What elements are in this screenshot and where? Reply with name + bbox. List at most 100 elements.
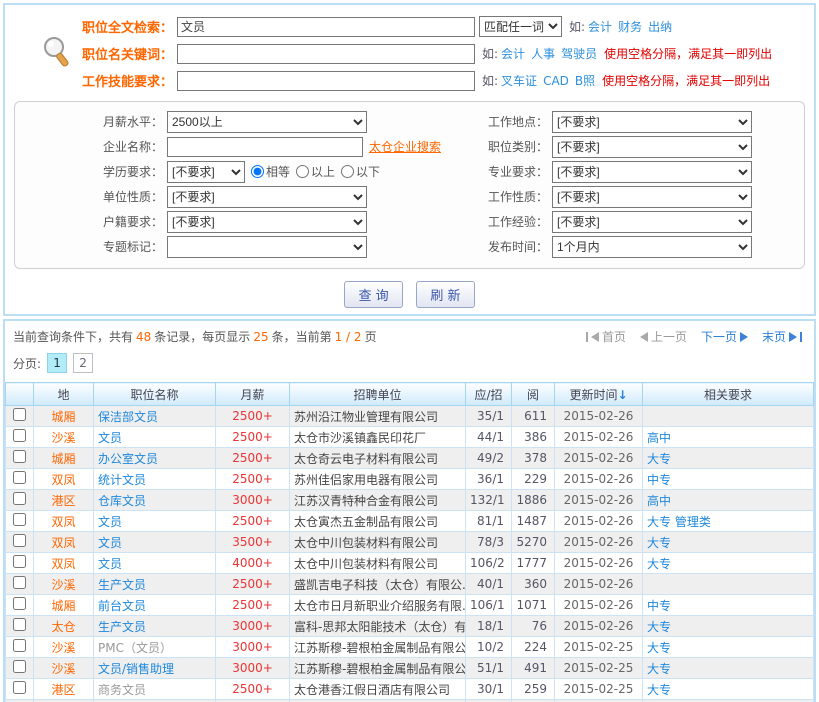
example-keyword-link[interactable]: 叉车证 bbox=[501, 74, 537, 88]
location-link[interactable]: 城厢 bbox=[51, 452, 75, 466]
job-title-link[interactable]: 商务文员 bbox=[98, 683, 146, 697]
example-keyword-link[interactable]: 会计 bbox=[588, 20, 612, 34]
example-keyword-link[interactable]: B照 bbox=[575, 74, 595, 88]
row-checkbox[interactable] bbox=[13, 639, 26, 652]
row-checkbox[interactable] bbox=[13, 534, 26, 547]
location-link[interactable]: 港区 bbox=[51, 683, 75, 697]
salary-filter-select[interactable]: 2500以上 bbox=[167, 111, 367, 133]
location-link[interactable]: 沙溪 bbox=[51, 431, 75, 445]
topic-filter-select[interactable] bbox=[167, 236, 367, 258]
row-checkbox[interactable] bbox=[13, 408, 26, 421]
table-row: 沙溪PMC（文员）3000+江苏斯穆-碧根柏金属制品有限公...10/22242… bbox=[6, 637, 814, 658]
location-filter-select[interactable]: [不要求] bbox=[552, 111, 752, 133]
job-title-link[interactable]: 文员/销售助理 bbox=[98, 662, 174, 676]
first-page-link[interactable]: 首页 bbox=[586, 328, 626, 345]
job-title-link[interactable]: 文员 bbox=[98, 515, 122, 529]
pub-time-filter-select[interactable]: 1个月内 bbox=[552, 236, 752, 258]
job-title-link[interactable]: 文员 bbox=[98, 557, 122, 571]
fulltext-search-row: 职位全文检索： 匹配任一词 如:会计财务出纳 bbox=[5, 13, 814, 40]
row-checkbox[interactable] bbox=[13, 597, 26, 610]
job-title-link[interactable]: 保洁部文员 bbox=[98, 410, 158, 424]
experience-filter-select[interactable]: [不要求] bbox=[552, 211, 752, 233]
job-title-link[interactable]: 统计文员 bbox=[98, 473, 146, 487]
row-location: 双凤 bbox=[34, 553, 94, 574]
education-radio-input[interactable] bbox=[251, 165, 264, 178]
row-checkbox[interactable] bbox=[13, 555, 26, 568]
job-title-link[interactable]: 文员 bbox=[98, 536, 122, 550]
row-checkbox[interactable] bbox=[13, 660, 26, 673]
row-checkbox[interactable] bbox=[13, 513, 26, 526]
residence-filter-select[interactable]: [不要求] bbox=[167, 211, 367, 233]
job-title-link[interactable]: 办公室文员 bbox=[98, 452, 158, 466]
header-updated[interactable]: 更新时间↓ bbox=[555, 383, 643, 406]
row-update-date: 2015-02-26 bbox=[555, 595, 643, 616]
job-title-link[interactable]: PMC（文员） bbox=[98, 641, 172, 655]
results-table: 地 职位名称 月薪 招聘单位 应/招 阅 更新时间↓ 相关要求 城厢保洁部文员2… bbox=[5, 382, 814, 702]
last-page-link[interactable]: 末页 bbox=[762, 328, 802, 345]
row-checkbox[interactable] bbox=[13, 681, 26, 694]
location-link[interactable]: 双凤 bbox=[51, 473, 75, 487]
education-radio-2[interactable]: 以下 bbox=[341, 163, 380, 180]
taicang-company-search-link[interactable]: 太仓企业搜索 bbox=[369, 138, 441, 155]
job-title-link[interactable]: 前台文员 bbox=[98, 599, 146, 613]
education-radio-0[interactable]: 相等 bbox=[251, 163, 290, 180]
row-checkbox[interactable] bbox=[13, 492, 26, 505]
search-button[interactable]: 查 询 bbox=[344, 281, 402, 308]
education-radio-1[interactable]: 以上 bbox=[296, 163, 335, 180]
location-link[interactable]: 双凤 bbox=[51, 536, 75, 550]
results-panel: 当前查询条件下，共有48条记录，每页显示25条，当前第1 / 2页 首页 上一页… bbox=[3, 319, 816, 702]
page-number-button-1[interactable]: 1 bbox=[47, 353, 67, 373]
location-link[interactable]: 双凤 bbox=[51, 557, 75, 571]
location-link[interactable]: 沙溪 bbox=[51, 578, 75, 592]
job-title-link[interactable]: 生产文员 bbox=[98, 578, 146, 592]
location-link[interactable]: 城厢 bbox=[51, 599, 75, 613]
keyword-search-input[interactable] bbox=[177, 44, 475, 64]
education-radio-input[interactable] bbox=[341, 165, 354, 178]
refresh-button[interactable]: 刷 新 bbox=[416, 281, 474, 308]
next-page-link[interactable]: 下一页 bbox=[701, 328, 748, 345]
hint-prefix: 如: bbox=[482, 47, 498, 61]
row-requirements: 大专 bbox=[643, 553, 814, 574]
location-link[interactable]: 太仓 bbox=[51, 620, 75, 634]
category-filter-select[interactable]: [不要求] bbox=[552, 136, 752, 158]
major-filter-select[interactable]: [不要求] bbox=[552, 161, 752, 183]
prev-page-link[interactable]: 上一页 bbox=[640, 328, 687, 345]
row-update-date: 2015-02-26 bbox=[555, 553, 643, 574]
example-keyword-link[interactable]: CAD bbox=[543, 74, 569, 88]
row-salary: 2500+ bbox=[216, 469, 290, 490]
job-title-link[interactable]: 仓库文员 bbox=[98, 494, 146, 508]
row-checkbox[interactable] bbox=[13, 471, 26, 484]
row-checkbox[interactable] bbox=[13, 450, 26, 463]
education-filter-select[interactable]: [不要求] bbox=[167, 161, 245, 183]
example-keyword-link[interactable]: 会计 bbox=[501, 47, 525, 61]
unit-type-filter-select[interactable]: [不要求] bbox=[167, 186, 367, 208]
row-salary: 2500+ bbox=[216, 679, 290, 700]
skill-hint: 如:叉车证CADB照使用空格分隔，满足其一即列出 bbox=[482, 72, 770, 89]
example-keyword-link[interactable]: 驾驶员 bbox=[561, 47, 597, 61]
location-link[interactable]: 双凤 bbox=[51, 515, 75, 529]
example-keyword-link[interactable]: 人事 bbox=[531, 47, 555, 61]
row-requirements bbox=[643, 574, 814, 595]
location-link[interactable]: 城厢 bbox=[51, 410, 75, 424]
row-checkbox[interactable] bbox=[13, 618, 26, 631]
page-number-button-2[interactable]: 2 bbox=[73, 353, 93, 373]
row-checkbox[interactable] bbox=[13, 576, 26, 589]
fulltext-search-input[interactable] bbox=[177, 17, 475, 37]
company-filter-input[interactable] bbox=[167, 137, 363, 157]
match-mode-select[interactable]: 匹配任一词 bbox=[479, 16, 562, 37]
job-nature-filter-select[interactable]: [不要求] bbox=[552, 186, 752, 208]
row-job-title: 文员 bbox=[94, 511, 216, 532]
hint-prefix: 如: bbox=[569, 20, 585, 34]
skill-search-input[interactable] bbox=[177, 71, 475, 91]
job-title-link[interactable]: 文员 bbox=[98, 431, 122, 445]
row-checkbox[interactable] bbox=[13, 429, 26, 442]
location-link[interactable]: 沙溪 bbox=[51, 641, 75, 655]
education-radio-input[interactable] bbox=[296, 165, 309, 178]
major-filter-label: 专业要求： bbox=[460, 163, 548, 180]
location-link[interactable]: 沙溪 bbox=[51, 662, 75, 676]
location-link[interactable]: 港区 bbox=[51, 494, 75, 508]
row-views: 1777 bbox=[512, 553, 555, 574]
example-keyword-link[interactable]: 出纳 bbox=[648, 20, 672, 34]
job-title-link[interactable]: 生产文员 bbox=[98, 620, 146, 634]
example-keyword-link[interactable]: 财务 bbox=[618, 20, 642, 34]
